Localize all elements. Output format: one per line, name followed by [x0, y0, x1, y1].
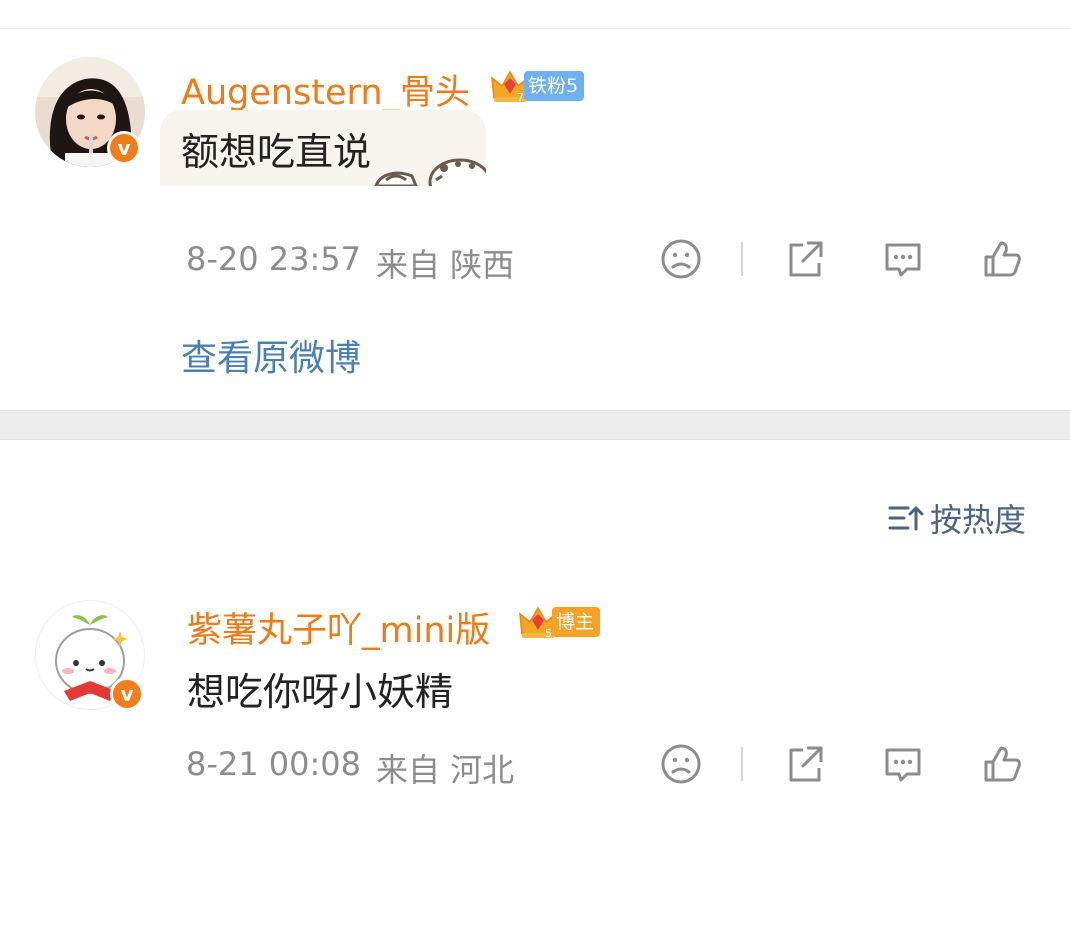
sort-label: 按热度	[929, 501, 1026, 539]
comment-icon[interactable]	[881, 237, 925, 281]
sort-button[interactable]: 按热度	[888, 498, 1026, 539]
comment-text-overlay: 额想吃直说	[181, 130, 372, 174]
like-icon[interactable]	[980, 742, 1024, 786]
username[interactable]: Augenstern_骨头	[181, 64, 470, 115]
divider	[0, 28, 1070, 29]
verified-badge-icon: v	[110, 677, 144, 711]
like-icon[interactable]	[980, 237, 1024, 281]
comment-feed: v Augenstern_骨头 7 铁粉5 额想吃直说 额想吃直说 8-20 2…	[0, 0, 1070, 947]
verified-badge-icon: v	[107, 131, 141, 165]
username[interactable]: 紫薯丸子吖_mini版	[187, 602, 490, 653]
comment-text: 想吃你呀小妖精	[187, 670, 454, 714]
divider	[741, 747, 743, 781]
svg-text:7: 7	[517, 91, 524, 104]
share-icon[interactable]	[783, 742, 827, 786]
sort-icon	[888, 506, 924, 531]
role-badge: 博主	[552, 607, 601, 637]
fan-badge: 铁粉5	[524, 71, 585, 101]
dislike-icon[interactable]	[659, 742, 703, 786]
location: 来自 河北	[376, 751, 515, 789]
dislike-icon[interactable]	[659, 237, 703, 281]
divider	[741, 242, 743, 276]
timestamp: 8-20 23:57	[186, 240, 362, 278]
share-icon[interactable]	[783, 237, 827, 281]
timestamp: 8-21 00:08	[186, 745, 362, 783]
section-separator	[0, 410, 1070, 440]
comment-icon[interactable]	[881, 742, 925, 786]
location: 来自 陕西	[376, 246, 515, 284]
svg-text:5: 5	[545, 627, 552, 640]
view-original-link[interactable]: 查看原微博	[181, 329, 361, 381]
